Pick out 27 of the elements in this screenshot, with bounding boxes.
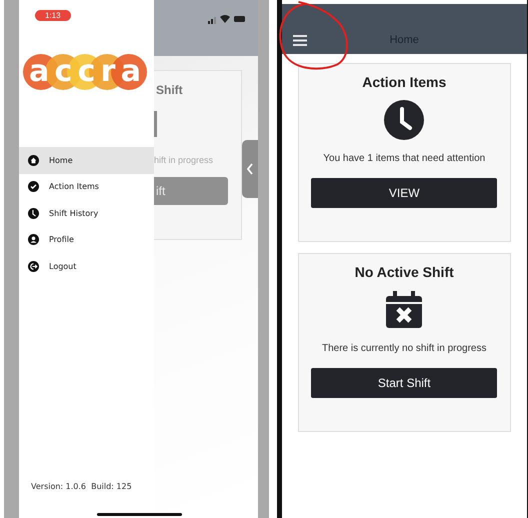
user-icon [28,234,39,246]
status-message: hift in progress [154,155,214,165]
menu-item[interactable]: Logout [19,253,154,280]
menu-icon[interactable] [292,35,306,46]
check-circle-icon [28,181,39,192]
menu-item[interactable]: Shift History [19,200,154,226]
clock-icon [384,100,424,140]
action-button[interactable]: VIEW [311,178,498,208]
card-message: You have 1 items that need attention [323,153,486,164]
card-message: There is currently no shift in progress [322,343,486,354]
menu-item[interactable]: Home [19,147,154,174]
status-time: 1:13 [35,10,71,21]
chevron-left-icon [247,163,254,175]
logo: accra [23,54,147,90]
logout-icon [28,260,39,272]
action-button[interactable]: Start Shift [311,368,498,398]
drawer-handle[interactable] [242,140,258,198]
card-title: Action Items [362,74,446,90]
card-title: No Active Shift [354,264,454,280]
calendar-x-icon [384,290,424,330]
menu-item[interactable]: Action Items [19,174,154,200]
home-icon [28,154,39,166]
clock-icon [28,208,39,219]
menu-item[interactable]: Profile [19,226,154,253]
version-text: Version: 1.0.6 Build: 125 [30,482,133,491]
status-icons [208,14,248,24]
card-title: Shift [156,83,183,97]
